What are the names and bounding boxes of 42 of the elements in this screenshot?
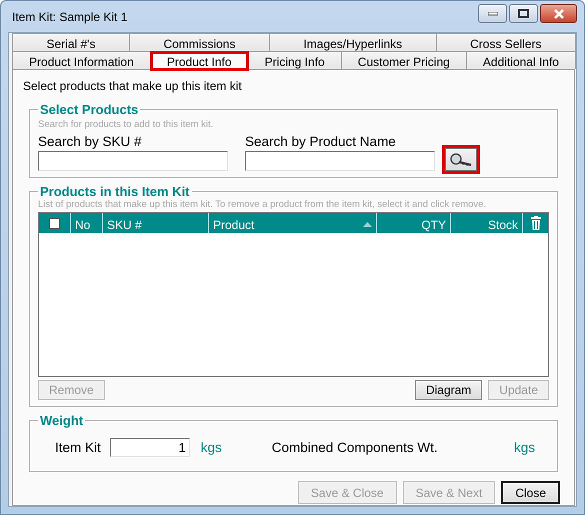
select-all-checkbox[interactable] bbox=[49, 218, 60, 228]
group-title: Weight bbox=[39, 413, 84, 428]
tab[interactable]: Product Information bbox=[12, 51, 151, 69]
search-field[interactable] bbox=[245, 151, 435, 171]
hint-text: Search for products to add to this item kit. bbox=[38, 119, 214, 130]
tab[interactable]: Customer Pricing bbox=[340, 51, 467, 69]
tab[interactable]: Pricing Info bbox=[248, 51, 342, 69]
field-label: Search by Product Name bbox=[245, 134, 397, 149]
column-header[interactable]: Product bbox=[213, 218, 254, 232]
maximize-button[interactable] bbox=[509, 4, 538, 23]
field-label: Combined Components Wt. bbox=[272, 440, 438, 455]
window-title: Item Kit: Sample Kit 1 bbox=[12, 10, 128, 24]
minimize-icon bbox=[488, 12, 498, 16]
unit-label: kgs bbox=[514, 440, 535, 455]
column-header[interactable]: QTY bbox=[421, 218, 446, 232]
column-header[interactable]: No bbox=[75, 218, 90, 232]
maximize-icon bbox=[518, 9, 529, 18]
search-field[interactable] bbox=[38, 151, 228, 171]
tab[interactable]: Product Info bbox=[150, 51, 249, 71]
close-icon bbox=[552, 8, 564, 18]
field-label: Item Kit bbox=[55, 440, 101, 455]
group-title: Select Products bbox=[39, 102, 140, 117]
tab[interactable]: Additional Info bbox=[466, 51, 576, 69]
group-title: Products in this Item Kit bbox=[39, 184, 191, 199]
tab[interactable]: Commissions bbox=[128, 33, 270, 51]
column-header[interactable]: Stock bbox=[488, 218, 518, 232]
minimize-button[interactable] bbox=[478, 4, 507, 23]
column-header[interactable]: SKU # bbox=[107, 218, 142, 232]
tab[interactable]: Images/Hyperlinks bbox=[268, 33, 437, 51]
search-button[interactable] bbox=[445, 148, 477, 171]
weight-field[interactable]: 1 bbox=[110, 438, 190, 457]
trash-icon bbox=[530, 216, 540, 230]
instruction-text: Select products that make up this item kit bbox=[23, 79, 243, 93]
unit-label: kgs bbox=[200, 440, 222, 455]
field-label: Search by SKU # bbox=[38, 134, 143, 149]
tab[interactable]: Cross Sellers bbox=[436, 33, 576, 51]
dialog-button[interactable]: Close bbox=[501, 481, 560, 504]
tab[interactable]: Serial #'s bbox=[12, 33, 130, 51]
search-icon bbox=[449, 152, 473, 166]
action-button[interactable]: Diagram bbox=[414, 380, 482, 400]
hint-text: List of products that make up this item kit. To remove a product from the item kit, select it and click remove. bbox=[38, 199, 488, 210]
close-button[interactable] bbox=[540, 4, 577, 23]
